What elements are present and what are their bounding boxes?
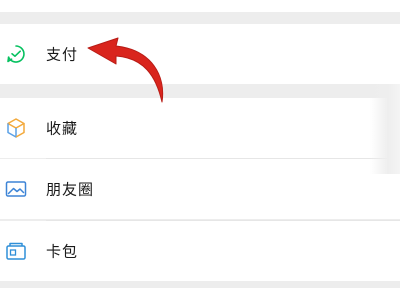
side-panel-edge xyxy=(370,84,400,174)
menu-item-moments[interactable]: 朋友圈 xyxy=(0,159,400,219)
card-wallet-icon xyxy=(4,239,28,263)
favorites-cube-icon xyxy=(4,116,28,140)
pay-icon xyxy=(4,42,28,66)
menu-item-favorites[interactable]: 收藏 xyxy=(0,98,400,158)
menu-item-label: 支付 xyxy=(46,45,79,64)
top-section-edge xyxy=(0,0,400,12)
menu-item-label: 朋友圈 xyxy=(46,180,95,199)
menu-item-label: 收藏 xyxy=(46,119,79,138)
menu-item-label: 卡包 xyxy=(46,242,79,261)
menu-item-pay[interactable]: 支付 xyxy=(0,24,400,84)
menu-item-card-wallet[interactable]: 卡包 xyxy=(0,221,400,281)
moments-image-icon xyxy=(4,177,28,201)
next-menu-item-edge xyxy=(0,288,400,300)
me-page-menu-screen: 支付 收藏 朋友圈 卡包 xyxy=(0,0,400,300)
